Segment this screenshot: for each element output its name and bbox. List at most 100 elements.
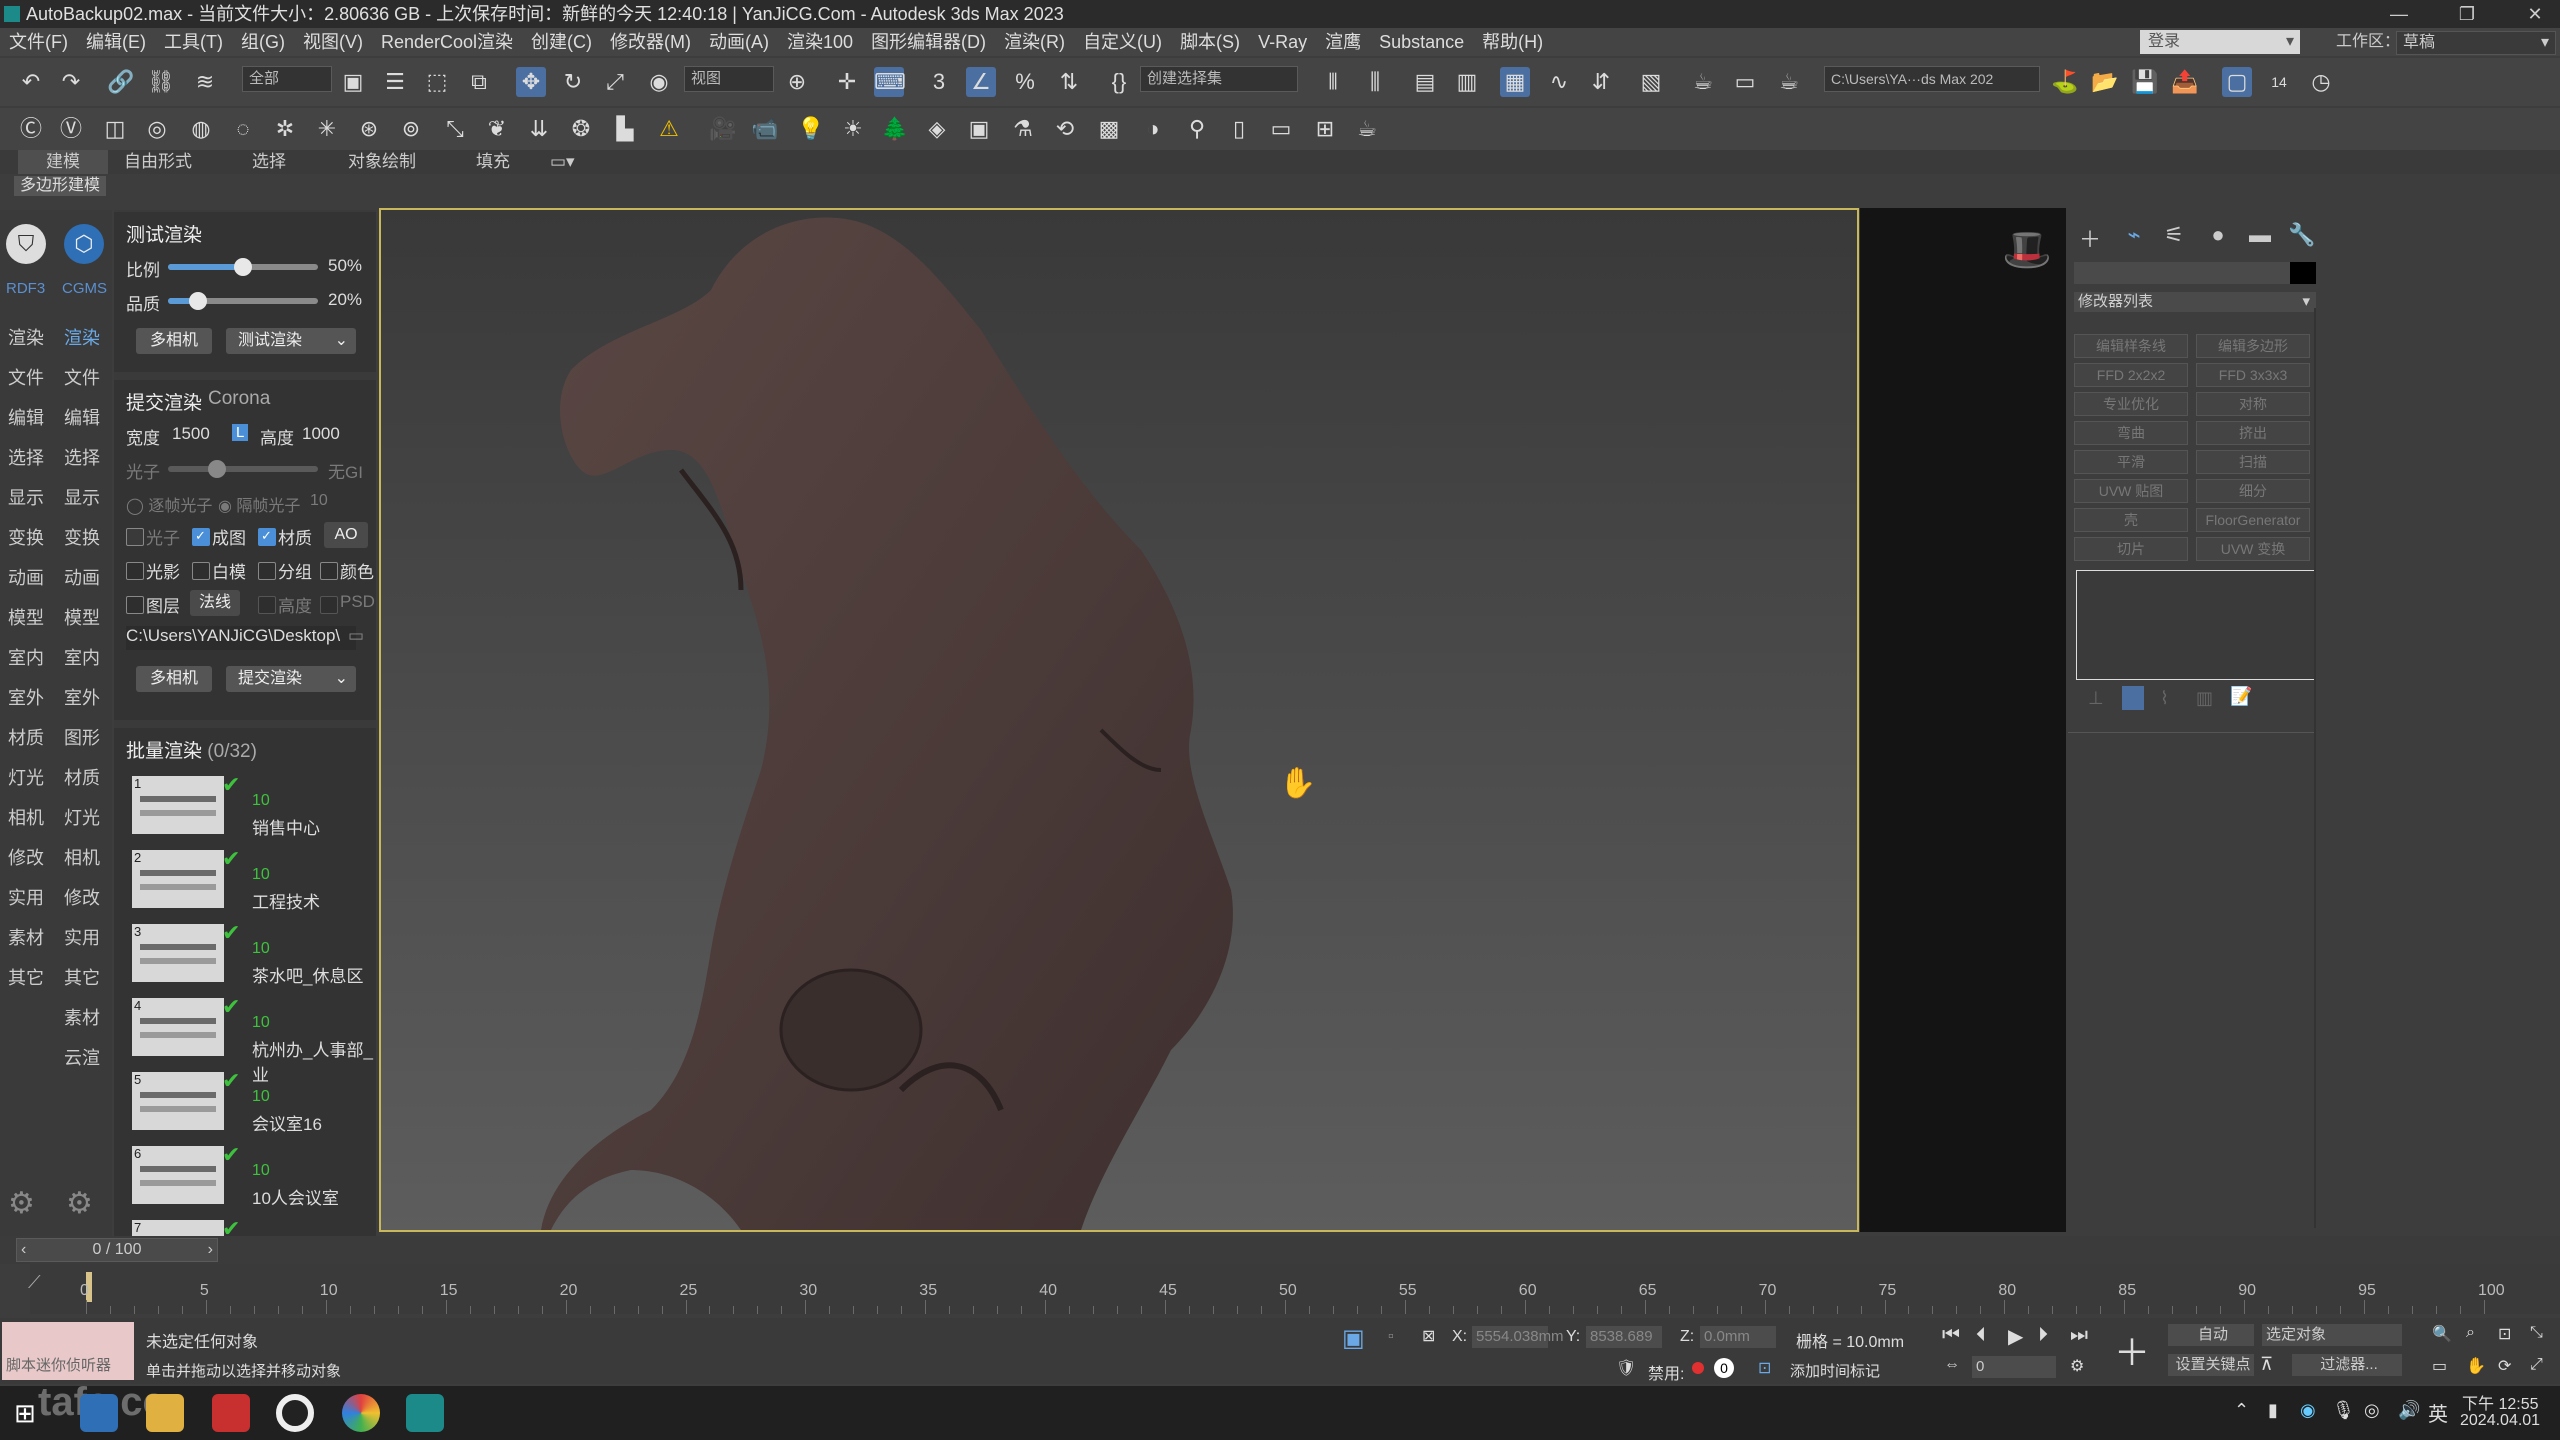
sidebar-item[interactable]: 渲染 bbox=[64, 324, 100, 350]
chrome-icon[interactable] bbox=[342, 1394, 380, 1432]
sidebar-item[interactable]: 灯光 bbox=[8, 764, 44, 790]
modifier-button[interactable]: 专业优化 bbox=[2074, 392, 2188, 416]
menu-item[interactable]: 渲鹰 bbox=[1316, 28, 1370, 56]
app-red-icon[interactable] bbox=[212, 1394, 250, 1432]
3dsmax-taskbar-icon[interactable] bbox=[406, 1394, 444, 1432]
chevron-left-icon[interactable]: ‹ bbox=[21, 1239, 26, 1261]
multi-camera-button-2[interactable]: 多相机 bbox=[136, 666, 212, 692]
filters-button[interactable]: 过滤器... bbox=[2292, 1354, 2402, 1376]
modifier-button[interactable]: 弯曲 bbox=[2074, 421, 2188, 445]
link-icon[interactable]: 🔗 bbox=[106, 67, 136, 97]
reference-coordinate-dropdown[interactable]: 视图 bbox=[684, 66, 774, 92]
rdf3-icon[interactable]: ⛉ bbox=[6, 224, 46, 264]
psd-checkbox[interactable] bbox=[320, 596, 338, 614]
window-crossing-icon[interactable]: ⧉ bbox=[464, 67, 494, 97]
plugin-f-icon[interactable]: ⊚ bbox=[396, 114, 426, 144]
batch-item[interactable]: 5 ✔ 10 会议室16 bbox=[132, 1068, 376, 1138]
configure-sets-icon[interactable]: 📝 bbox=[2230, 686, 2252, 707]
mirror-icon[interactable]: ⫴ bbox=[1318, 67, 1348, 97]
light-slider[interactable] bbox=[168, 460, 318, 478]
corona-icon[interactable]: Ⓒ bbox=[16, 114, 46, 144]
menu-item[interactable]: 编辑(E) bbox=[77, 28, 155, 56]
ribbon-toggle-icon[interactable]: ▦ bbox=[1500, 67, 1530, 97]
absolute-mode-icon[interactable]: ⊠ bbox=[1422, 1326, 1435, 1346]
folder-icon[interactable]: ▭ bbox=[348, 626, 364, 646]
zoom-extents-icon[interactable]: ⊡ bbox=[2498, 1324, 2511, 1344]
aspect-lock-toggle[interactable]: L bbox=[232, 424, 249, 441]
render-teapot-icon[interactable]: ☕ bbox=[1774, 67, 1804, 97]
per-frame-photon-option[interactable]: ◯ 逐帧光子 bbox=[126, 492, 212, 516]
percent-snap-icon[interactable]: % bbox=[1010, 67, 1040, 97]
plugin-c-icon[interactable]: ✲ bbox=[270, 114, 300, 144]
snap-3d-icon[interactable]: 3 bbox=[924, 67, 954, 97]
light-a-icon[interactable]: 💡 bbox=[796, 114, 826, 144]
menu-item[interactable]: 工具(T) bbox=[155, 28, 232, 56]
plugin-o-icon[interactable]: ⟲ bbox=[1050, 114, 1080, 144]
go-to-end-icon[interactable]: ⏭ bbox=[2070, 1324, 2088, 1347]
go-to-start-icon[interactable]: ⏮ bbox=[1942, 1324, 1960, 1347]
tray-chevron-icon[interactable]: ⌃ bbox=[2234, 1400, 2249, 1421]
plugin-a-icon[interactable]: ◍ bbox=[186, 114, 216, 144]
orbit-icon[interactable]: ⟳ bbox=[2498, 1356, 2511, 1376]
batch-item[interactable]: 1 ✔ 10 销售中心 bbox=[132, 772, 376, 842]
align-icon[interactable]: ⫼ bbox=[1360, 67, 1390, 97]
modifier-button[interactable]: 平滑 bbox=[2074, 450, 2188, 474]
scene-explorer-icon[interactable]: ▥ bbox=[1452, 67, 1482, 97]
y-coordinate-field[interactable]: 8538.689 bbox=[1586, 1326, 1662, 1348]
sidebar-item[interactable]: 动画 bbox=[64, 564, 100, 590]
submit-render-button[interactable]: 提交渲染 ⌄ bbox=[226, 666, 356, 692]
tab-modeling[interactable]: 建模 bbox=[18, 150, 108, 174]
sidebar-item[interactable]: 修改 bbox=[8, 844, 44, 870]
microphone-icon[interactable]: 🎙 bbox=[2332, 1400, 2355, 1421]
open-icon[interactable]: 📂 bbox=[2090, 67, 2120, 97]
scale-icon[interactable]: ⤢ bbox=[600, 67, 630, 97]
cad-icon[interactable]: ◫ bbox=[100, 114, 130, 144]
light-slider-knob[interactable] bbox=[208, 460, 226, 478]
named-selection-dropdown[interactable]: 创建选择集 bbox=[1140, 66, 1298, 92]
modifier-button[interactable]: FFD 3x3x3 bbox=[2196, 363, 2310, 387]
plugin-u-icon[interactable]: ⊞ bbox=[1310, 114, 1340, 144]
sidebar-item[interactable]: 显示 bbox=[64, 484, 100, 510]
sidebar-item[interactable]: 实用 bbox=[64, 924, 100, 950]
plugin-k-icon[interactable]: ▙ bbox=[610, 114, 640, 144]
sidebar-item[interactable]: 室内 bbox=[8, 644, 44, 670]
sidebar-item[interactable]: 其它 bbox=[8, 964, 44, 990]
sidebar-item[interactable]: 显示 bbox=[8, 484, 44, 510]
sidebar-item[interactable]: 实用 bbox=[8, 884, 44, 910]
check-icon[interactable]: ✔ bbox=[222, 994, 240, 1020]
sidebar-item[interactable]: 素材 bbox=[8, 924, 44, 950]
workspace-select[interactable]: 草稿 ▾ bbox=[2396, 31, 2556, 55]
vray-icon[interactable]: Ⓥ bbox=[56, 114, 86, 144]
plugin-s-icon[interactable]: ▯ bbox=[1224, 114, 1254, 144]
motion-tab-icon[interactable]: ● bbox=[2202, 222, 2234, 250]
undo-icon[interactable]: ↶ bbox=[16, 67, 46, 97]
final-image-checkbox[interactable] bbox=[192, 528, 210, 546]
tab-object-paint[interactable]: 对象绘制 bbox=[348, 150, 416, 174]
plugin-l-icon[interactable]: ◈ bbox=[922, 114, 952, 144]
spinner-snap-icon[interactable]: ⇅ bbox=[1054, 67, 1084, 97]
redo-icon[interactable]: ↷ bbox=[56, 67, 86, 97]
badge-14[interactable]: 14 bbox=[2264, 67, 2294, 97]
interval-photon-option[interactable]: ◉ 隔帧光子 bbox=[218, 492, 300, 516]
test-render-button[interactable]: 测试渲染 ⌄ bbox=[226, 328, 356, 354]
plugin-d-icon[interactable]: ✳ bbox=[312, 114, 342, 144]
clock-time[interactable]: 下午 12:55 bbox=[2462, 1390, 2539, 1414]
shadow-checkbox[interactable] bbox=[126, 562, 144, 580]
modifier-button[interactable]: 切片 bbox=[2074, 537, 2188, 561]
export-icon[interactable]: 📤 bbox=[2170, 67, 2200, 97]
isolate-icon[interactable]: ▣ bbox=[1342, 1324, 1365, 1353]
plugin-n-icon[interactable]: ⚗ bbox=[1008, 114, 1038, 144]
tab-populate[interactable]: 填充 bbox=[476, 150, 510, 174]
sidebar-item[interactable]: 修改 bbox=[64, 884, 100, 910]
height-checkbox[interactable] bbox=[258, 596, 276, 614]
plugin-m-icon[interactable]: ▣ bbox=[964, 114, 994, 144]
batch-item[interactable]: 6 ✔ 10 10人会议室 bbox=[132, 1142, 376, 1212]
render-setup-icon[interactable]: ☕ bbox=[1688, 67, 1718, 97]
set-key-plus-icon[interactable]: ＋ bbox=[2114, 1324, 2150, 1376]
modifier-button[interactable]: 编辑样条线 bbox=[2074, 334, 2188, 358]
wifi-icon[interactable]: ◎ bbox=[2364, 1400, 2380, 1421]
x-coordinate-field[interactable]: 5554.038mm bbox=[1472, 1326, 1564, 1348]
ribbon-options-icon[interactable]: ▭▾ bbox=[550, 150, 575, 174]
settings-icon[interactable]: ⚙ bbox=[8, 1186, 35, 1221]
sidebar-item[interactable]: 模型 bbox=[8, 604, 44, 630]
